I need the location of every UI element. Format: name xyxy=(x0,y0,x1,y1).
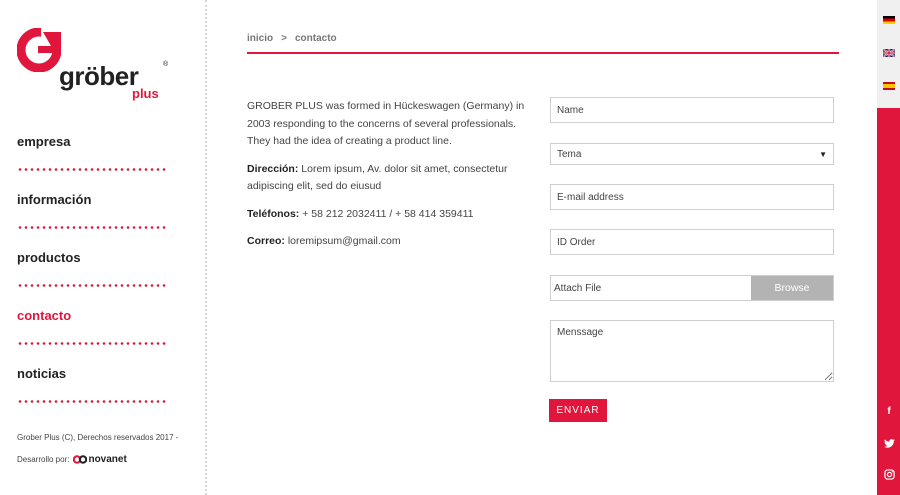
nav-link-productos[interactable]: productos xyxy=(17,250,81,265)
nav-item-empresa: empresa xyxy=(17,118,167,176)
nav-item-noticias: noticias xyxy=(17,350,167,408)
nav-item-contacto: contacto xyxy=(17,292,167,350)
instagram-icon[interactable] xyxy=(883,468,895,480)
name-input[interactable] xyxy=(550,97,834,123)
developer-credit: Desarrollo por: novanet xyxy=(17,454,127,465)
nav-divider xyxy=(17,226,167,229)
topic-select[interactable]: Tema ▼ xyxy=(550,143,834,165)
breadcrumb-home[interactable]: inicio xyxy=(247,33,273,44)
phones-line: Teléfonos: + 58 212 2032411 / + 58 414 3… xyxy=(247,206,527,224)
union-jack-icon xyxy=(883,49,895,57)
logo-mark-icon xyxy=(17,28,61,72)
nav-link-noticias[interactable]: noticias xyxy=(17,366,66,381)
logo-plus: plus xyxy=(132,86,159,101)
about-text: GROBER PLUS was formed in Hückeswagen (G… xyxy=(247,100,525,147)
phones-label: Teléfonos: xyxy=(247,207,300,220)
nav-divider xyxy=(17,342,167,345)
facebook-icon[interactable]: f xyxy=(883,405,895,417)
nav-divider xyxy=(17,284,167,287)
logo-wordmark: gröber xyxy=(59,61,139,91)
nav-divider xyxy=(17,400,167,403)
message-textarea[interactable] xyxy=(550,320,834,382)
address-line: Dirección: Lorem ipsum, Av. dolor sit am… xyxy=(247,161,527,196)
es-flag-icon[interactable] xyxy=(883,82,895,90)
sidebar: gröber ® plus empresa información produc… xyxy=(0,0,207,495)
novanet-mark-icon xyxy=(73,455,88,464)
browse-button[interactable]: Browse xyxy=(751,276,833,300)
email-input[interactable] xyxy=(550,184,834,210)
novanet-logo[interactable]: novanet xyxy=(73,454,127,465)
send-button[interactable]: ENVIAR xyxy=(549,399,607,422)
contact-info: GROBER PLUS was formed in Hückeswagen (G… xyxy=(247,98,527,261)
breadcrumb-underline xyxy=(247,52,839,54)
email-label: Correo: xyxy=(247,235,285,247)
de-flag-icon[interactable] xyxy=(883,16,895,24)
caret-down-icon: ▼ xyxy=(819,149,827,159)
main-nav: empresa información productos contacto n… xyxy=(17,118,167,408)
en-flag-icon[interactable] xyxy=(883,49,895,57)
copyright-text: Grober Plus (C), Derechos reservados 201… xyxy=(17,433,179,442)
nav-item-informacion: información xyxy=(17,176,167,234)
novanet-wordmark: novanet xyxy=(88,454,127,465)
instagram-glyph-icon xyxy=(883,468,895,480)
nav-link-informacion[interactable]: información xyxy=(17,192,91,207)
nav-link-contacto[interactable]: contacto xyxy=(17,308,71,323)
nav-link-empresa[interactable]: empresa xyxy=(17,134,70,149)
logo-registered-mark: ® xyxy=(163,61,169,68)
brand-logo[interactable]: gröber ® plus xyxy=(17,28,177,102)
nav-divider xyxy=(17,168,167,171)
topic-select-value: Tema xyxy=(557,148,582,160)
twitter-bird-icon xyxy=(883,438,895,448)
attach-file-input[interactable] xyxy=(551,276,751,300)
breadcrumb-current: contacto xyxy=(294,33,337,44)
order-id-input[interactable] xyxy=(550,229,834,255)
phones-value: + 58 212 2032411 / + 58 414 359411 xyxy=(302,207,474,220)
developer-label: Desarrollo por: xyxy=(17,455,70,464)
breadcrumb-separator: > xyxy=(281,33,287,44)
twitter-icon[interactable] xyxy=(883,437,895,449)
attach-file-field: Browse xyxy=(550,275,834,301)
email-line: Correo: loremipsum@gmail.com xyxy=(247,233,527,251)
email-value[interactable]: loremipsum@gmail.com xyxy=(288,235,401,247)
nav-item-productos: productos xyxy=(17,234,167,292)
address-label: Dirección: xyxy=(247,162,299,175)
breadcrumb: inicio > contacto xyxy=(247,33,337,44)
